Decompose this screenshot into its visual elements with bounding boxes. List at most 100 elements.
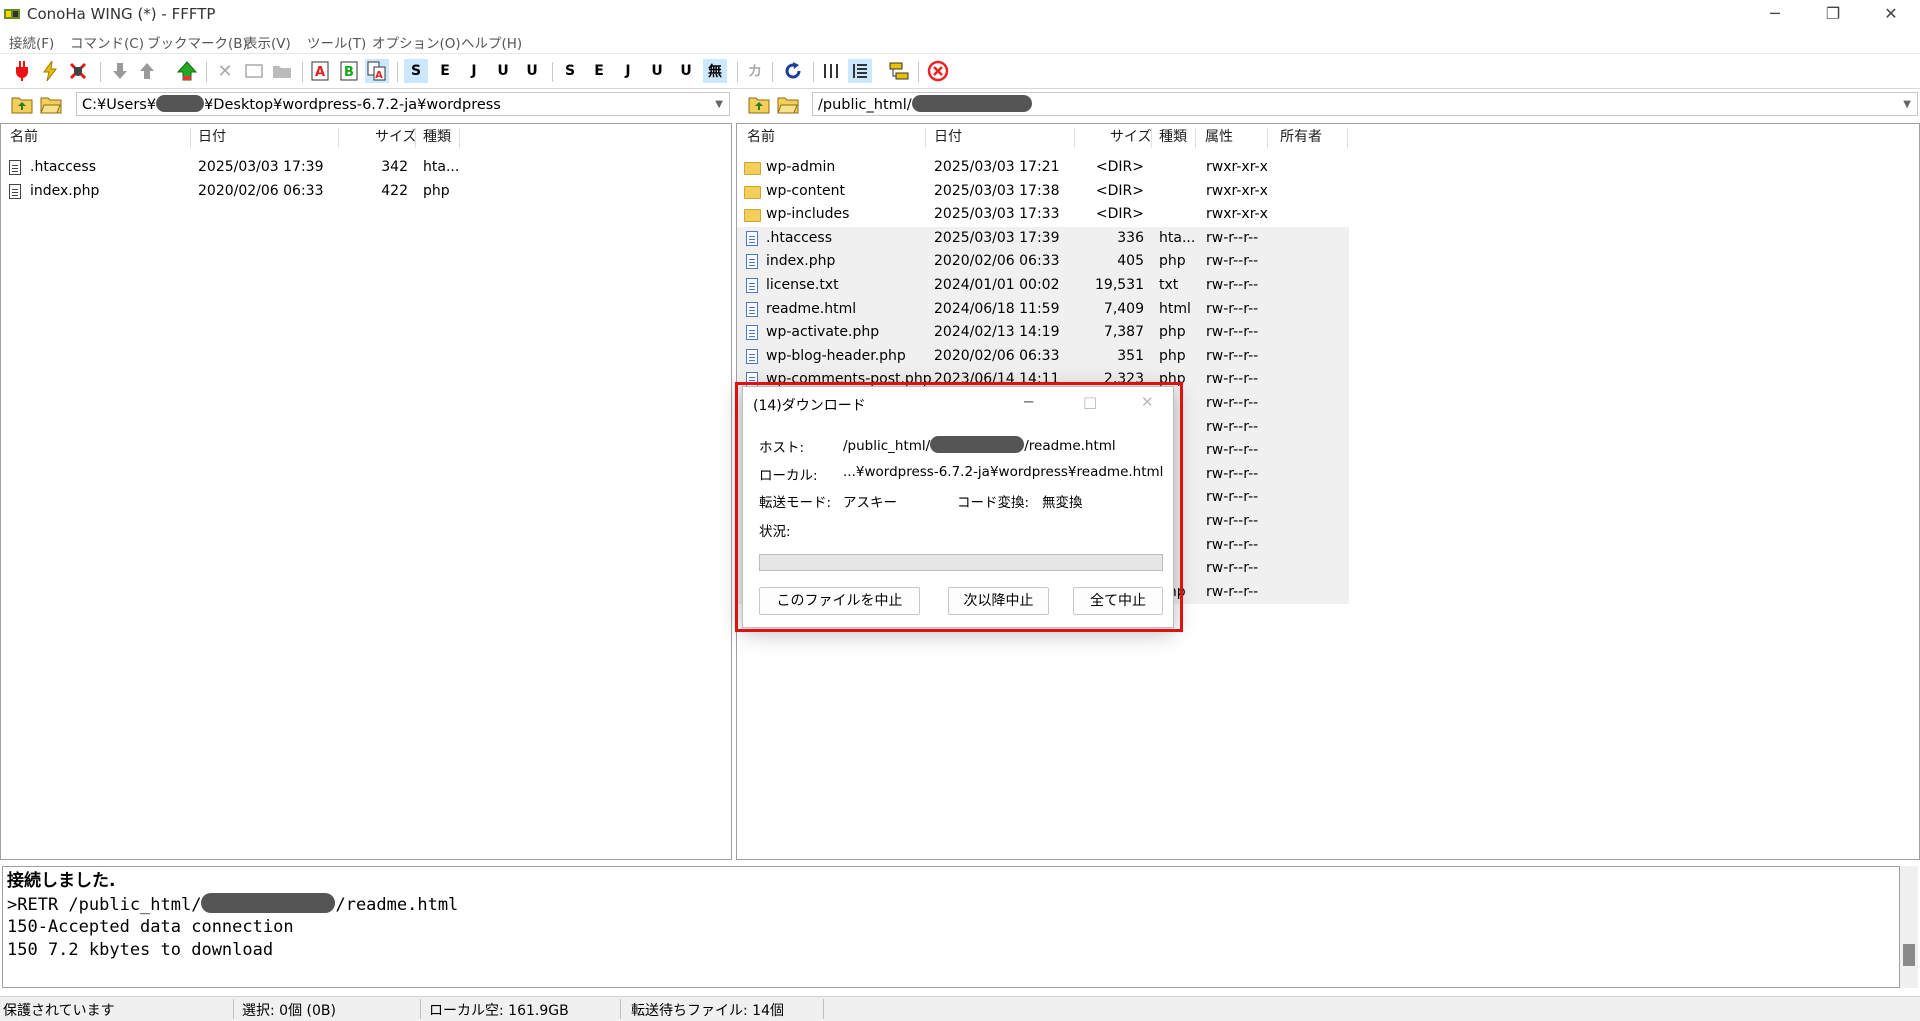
- local-file-row[interactable]: .htaccess 2025/03/03 17:39 342 hta...: [1, 156, 461, 180]
- file-size: 342: [381, 159, 408, 175]
- local-open-folder-icon[interactable]: [40, 94, 62, 114]
- local-sjis-icon[interactable]: S: [558, 59, 582, 83]
- file-attr: rw-r--r--: [1206, 513, 1259, 529]
- remote-folder-row[interactable]: wp-content 2025/03/03 17:38 <DIR> rwxr-xr-x: [737, 180, 1349, 204]
- remote-folder-row[interactable]: wp-includes 2025/03/03 17:33 <DIR> rwxr-xr-…: [737, 203, 1349, 227]
- remote-col-attr[interactable]: 属性: [1205, 124, 1233, 150]
- remote-col-type[interactable]: 種類: [1159, 124, 1187, 150]
- auto-mode-icon[interactable]: A: [365, 59, 389, 83]
- remote-path-input[interactable]: /public_html/ ▼: [812, 92, 1918, 116]
- local-file-list[interactable]: 名前 日付 サイズ 種類 .htaccess 2025/03/03 17:39 …: [0, 123, 732, 860]
- folder-icon: [744, 185, 761, 199]
- menu-tools[interactable]: ツール(T): [307, 32, 366, 52]
- close-button[interactable]: ✕: [1862, 0, 1920, 29]
- log-scrollbar-thumb[interactable]: [1903, 944, 1915, 966]
- remote-file-row[interactable]: .htaccess 2025/03/03 17:39 336 hta... rw-r--…: [737, 226, 1349, 251]
- list-view-icon[interactable]: [819, 59, 843, 83]
- redacted-mask: [201, 892, 336, 913]
- redacted-mask: [911, 95, 1032, 112]
- local-utf8-icon[interactable]: U: [645, 59, 669, 83]
- local-path-input[interactable]: C:¥Users¥ ¥Desktop¥wordpress-6.7.2-ja¥wor…: [76, 92, 730, 116]
- svg-text:B: B: [344, 65, 354, 80]
- quick-connect-icon[interactable]: [38, 59, 62, 83]
- ffftp-app-icon: [4, 9, 20, 19]
- file-type: php: [1159, 253, 1186, 270]
- mirror-upload-icon[interactable]: [175, 59, 199, 83]
- remote-open-folder-icon[interactable]: [777, 94, 799, 114]
- minimize-button[interactable]: ─: [1746, 0, 1804, 29]
- kanji-euc-icon[interactable]: E: [433, 59, 457, 83]
- ascii-mode-icon[interactable]: A: [308, 59, 332, 83]
- delete-icon[interactable]: ✕: [213, 59, 237, 83]
- remote-file-row[interactable]: license.txt 2024/01/01 00:02 19,531 txt rw-r…: [737, 274, 1349, 298]
- local-col-type[interactable]: 種類: [423, 124, 451, 150]
- remote-file-row[interactable]: readme.html 2024/06/18 11:59 7,409 html rw-r…: [737, 297, 1349, 322]
- menu-help[interactable]: ヘルプ(H): [461, 32, 522, 52]
- kanji-utf8bom-icon[interactable]: U: [520, 59, 544, 83]
- kanji-sjis-icon[interactable]: S: [404, 59, 428, 83]
- menu-command[interactable]: コマンド(C): [70, 32, 144, 52]
- refresh-icon[interactable]: [781, 59, 805, 83]
- file-date: 2025/03/03 17:21: [934, 159, 1060, 175]
- log-text: /readme.html: [335, 894, 459, 915]
- upload-icon[interactable]: [135, 59, 159, 83]
- local-col-date[interactable]: 日付: [198, 124, 226, 150]
- file-name: readme.html: [766, 300, 857, 317]
- local-col-name[interactable]: 名前: [10, 124, 38, 150]
- no-conversion-icon[interactable]: 無: [703, 59, 727, 83]
- file-type: php: [1159, 347, 1186, 364]
- local-up-folder-icon[interactable]: [11, 94, 33, 114]
- log-panel[interactable]: 接続しました. >RETR /public_html//readme.html …: [2, 866, 1900, 988]
- local-euc-icon[interactable]: E: [587, 59, 611, 83]
- remote-file-row[interactable]: wp-blog-header.php 2020/02/06 06:33 351 php…: [737, 344, 1349, 369]
- menu-connect[interactable]: 接続(F): [9, 32, 54, 52]
- binary-mode-icon[interactable]: B: [337, 59, 361, 83]
- local-file-row[interactable]: index.php 2020/02/06 06:33 422 php: [1, 180, 461, 204]
- kana-conversion-icon[interactable]: カ: [743, 59, 767, 83]
- file-name: wp-activate.php: [766, 324, 880, 341]
- remote-file-row[interactable]: wp-activate.php 2024/02/13 14:19 7,387 php r…: [737, 321, 1349, 345]
- remote-path-prefix: /public_html/: [818, 97, 912, 113]
- chevron-down-icon[interactable]: ▼: [1903, 93, 1911, 117]
- remote-file-row[interactable]: index.php 2020/02/06 06:33 405 php rw-r--r--: [737, 250, 1349, 274]
- log-scrollbar[interactable]: [1900, 866, 1918, 988]
- chevron-down-icon[interactable]: ▼: [715, 93, 723, 117]
- remote-col-owner[interactable]: 所有者: [1280, 124, 1322, 150]
- file-name: index.php: [766, 253, 836, 270]
- log-text: >RETR /public_html/: [7, 894, 202, 915]
- download-icon[interactable]: [108, 59, 132, 83]
- restore-button[interactable]: ❐: [1804, 0, 1862, 29]
- menu-options[interactable]: オプション(O): [372, 32, 461, 52]
- remote-col-name[interactable]: 名前: [747, 124, 775, 150]
- file-size: 351: [1117, 347, 1144, 364]
- status-local-free: ローカル空: 161.9GB: [429, 1003, 569, 1019]
- remote-folder-row[interactable]: wp-admin 2025/03/03 17:21 <DIR> rwxr-xr-x: [737, 156, 1349, 180]
- local-col-size[interactable]: サイズ: [375, 124, 417, 150]
- sync-folders-icon[interactable]: [887, 59, 911, 83]
- file-size: 336: [1117, 229, 1144, 246]
- remote-up-folder-icon[interactable]: [748, 94, 770, 114]
- remote-col-size[interactable]: サイズ: [1110, 124, 1152, 150]
- disconnect-icon[interactable]: [66, 59, 90, 83]
- file-size: <DIR>: [1095, 159, 1144, 175]
- rename-icon[interactable]: [242, 59, 266, 83]
- file-icon: [746, 254, 758, 270]
- file-size: 422: [381, 182, 408, 199]
- abort-icon[interactable]: [926, 59, 950, 83]
- local-jis-icon[interactable]: J: [616, 59, 640, 83]
- detail-view-icon[interactable]: [848, 59, 872, 83]
- mkdir-icon[interactable]: [270, 59, 294, 83]
- file-attr: rw-r--r--: [1206, 536, 1259, 553]
- connect-icon[interactable]: [10, 59, 34, 83]
- menu-bookmark[interactable]: ブックマーク(B): [147, 32, 248, 52]
- kanji-utf8-icon[interactable]: U: [491, 59, 515, 83]
- local-path-suffix: ¥Desktop¥wordpress-6.7.2-ja¥wordpress: [204, 97, 501, 113]
- menu-view[interactable]: 表示(V): [244, 32, 291, 52]
- file-attr: rw-r--r--: [1206, 229, 1259, 246]
- file-attr: rw-r--r--: [1206, 347, 1259, 364]
- local-utf8bom-icon[interactable]: U: [674, 59, 698, 83]
- kanji-jis-icon[interactable]: J: [462, 59, 486, 83]
- remote-col-date[interactable]: 日付: [934, 124, 962, 150]
- file-attr: rw-r--r--: [1206, 465, 1259, 482]
- file-type: php: [423, 182, 450, 199]
